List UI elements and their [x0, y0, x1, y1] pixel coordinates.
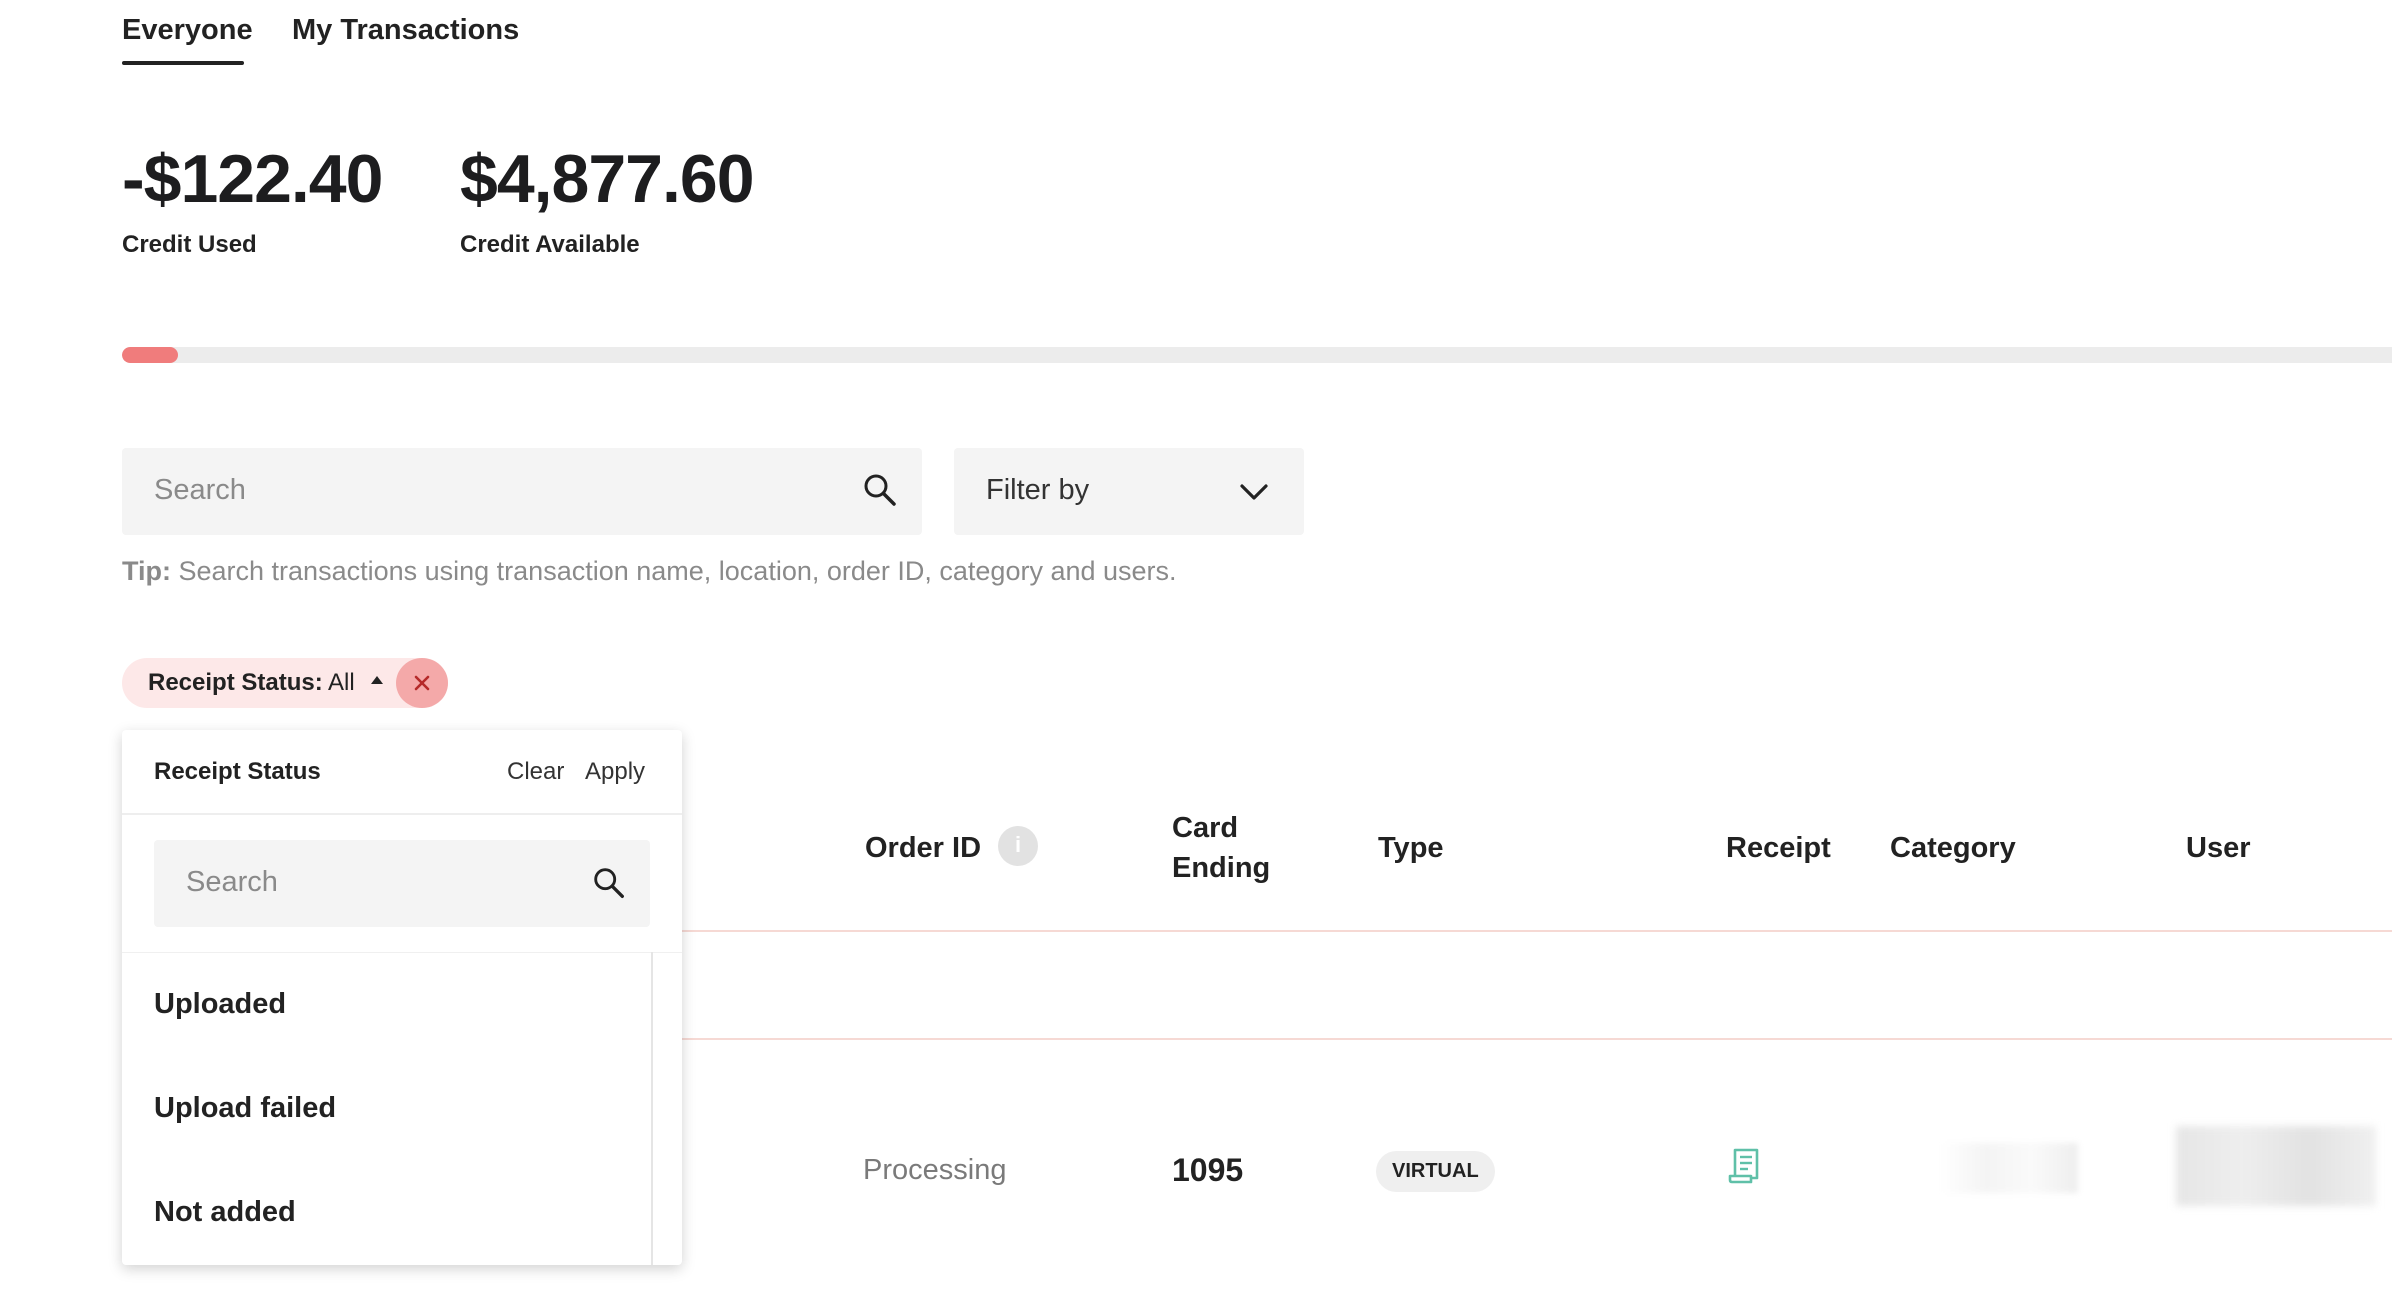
- receipt-icon[interactable]: [1727, 1146, 1763, 1186]
- type-badge: VIRTUAL: [1376, 1151, 1495, 1192]
- filter-by-label: Filter by: [986, 474, 1090, 506]
- column-header-user[interactable]: User: [2186, 828, 2251, 868]
- card-ending-line2: Ending: [1172, 852, 1271, 884]
- active-tab-indicator: [122, 61, 244, 65]
- chip-value: All: [322, 669, 355, 696]
- close-icon: [414, 675, 430, 691]
- header-divider: [682, 930, 2392, 932]
- filter-by-dropdown[interactable]: Filter by: [954, 448, 1304, 535]
- apply-button[interactable]: Apply: [585, 758, 645, 786]
- search-placeholder: Search: [154, 474, 246, 506]
- row-divider: [682, 1038, 2392, 1040]
- tab-my-transactions[interactable]: My Transactions: [292, 14, 519, 47]
- receipt-status-filter-chip[interactable]: Receipt Status: All: [122, 658, 448, 708]
- search-icon[interactable]: [860, 470, 900, 510]
- dropdown-search-placeholder: Search: [186, 866, 278, 898]
- option-upload-failed[interactable]: Upload failed: [154, 1092, 336, 1125]
- credit-available-label: Credit Available: [460, 231, 640, 258]
- dropdown-search-input[interactable]: Search: [154, 840, 650, 927]
- column-header-order-id[interactable]: Order ID: [865, 828, 981, 868]
- tip-prefix: Tip:: [122, 556, 171, 586]
- credit-used-value: -$122.40: [122, 141, 383, 217]
- chip-key: Receipt Status:: [148, 669, 323, 696]
- chip-close-button[interactable]: [396, 658, 448, 708]
- dropdown-title: Receipt Status: [154, 758, 321, 785]
- column-header-type[interactable]: Type: [1378, 828, 1444, 868]
- column-header-receipt[interactable]: Receipt: [1726, 828, 1831, 868]
- chip-label: Receipt Status: All: [148, 669, 355, 697]
- card-ending-line1: Card: [1172, 812, 1239, 844]
- tab-everyone[interactable]: Everyone: [122, 14, 253, 47]
- info-icon[interactable]: i: [998, 826, 1038, 866]
- dropdown-options-list: Uploaded Upload failed Not added: [122, 952, 682, 1266]
- chevron-down-icon: [1240, 484, 1268, 500]
- caret-up-icon: [371, 676, 383, 684]
- credit-used-label: Credit Used: [122, 231, 257, 258]
- card-ending-cell: 1095: [1172, 1152, 1244, 1188]
- dropdown-divider: [122, 813, 682, 815]
- category-cell-redacted: [1940, 1143, 2078, 1193]
- option-not-added[interactable]: Not added: [154, 1196, 296, 1229]
- column-header-category[interactable]: Category: [1890, 828, 2016, 868]
- clear-button[interactable]: Clear: [507, 758, 564, 786]
- search-tip: Tip: Search transactions using transacti…: [122, 556, 1177, 587]
- search-input[interactable]: Search: [122, 448, 922, 535]
- order-id-cell: Processing: [863, 1154, 1007, 1186]
- user-cell-redacted: [2176, 1126, 2376, 1206]
- dropdown-scrollbar[interactable]: [651, 952, 653, 1265]
- search-icon[interactable]: [590, 864, 628, 902]
- option-uploaded[interactable]: Uploaded: [154, 988, 286, 1021]
- credit-available-value: $4,877.60: [460, 141, 755, 217]
- credit-progress-fill: [122, 347, 178, 363]
- credit-progress-bar: [122, 347, 2392, 363]
- tip-text: Search transactions using transaction na…: [171, 556, 1177, 586]
- column-header-card-ending[interactable]: Card Ending: [1172, 808, 1270, 888]
- receipt-status-dropdown: Receipt Status Clear Apply Search Upload…: [122, 730, 682, 1265]
